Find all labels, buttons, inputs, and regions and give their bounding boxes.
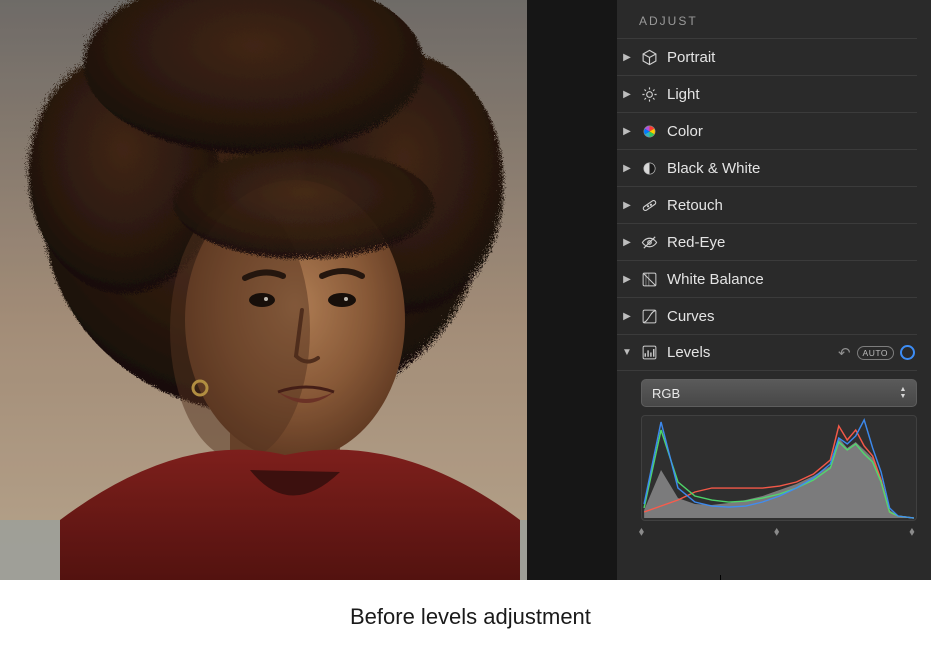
eye-slash-icon — [639, 232, 659, 252]
caption-area: Before levels adjustment — [0, 580, 931, 652]
chevron-right-icon: ▶ — [621, 163, 633, 174]
row-black-white[interactable]: ▶ Black & White — [617, 149, 917, 186]
chevron-right-icon: ▶ — [621, 52, 633, 63]
auto-button[interactable]: AUTO — [857, 346, 894, 360]
enable-ring-icon[interactable] — [900, 345, 915, 360]
cube-icon — [639, 47, 659, 67]
row-label: Retouch — [667, 197, 723, 214]
row-color[interactable]: ▶ Color — [617, 112, 917, 149]
chevron-right-icon: ▶ — [621, 89, 633, 100]
panel-title: ADJUST — [617, 12, 917, 38]
curves-icon — [639, 306, 659, 326]
levels-histogram[interactable] — [641, 415, 917, 521]
select-arrows-icon: ▲▼ — [896, 383, 910, 403]
row-levels[interactable]: ▼ Levels ↶ AUTO — [617, 334, 917, 371]
row-label: Portrait — [667, 49, 715, 66]
channel-select[interactable]: RGB ▲▼ — [641, 379, 917, 407]
black-point-handle[interactable]: ⬧ — [639, 524, 649, 536]
reset-icon[interactable]: ↶ — [838, 344, 851, 362]
color-wheel-icon — [639, 121, 659, 141]
white-point-handle[interactable]: ⬧ — [909, 524, 919, 536]
image-preview — [0, 0, 527, 580]
row-white-balance[interactable]: ▶ White Balance — [617, 260, 917, 297]
row-label: Levels — [667, 344, 710, 361]
white-balance-icon — [639, 269, 659, 289]
chevron-right-icon: ▶ — [621, 237, 633, 248]
adjust-panel: ADJUST ▶ Portrait ▶ Light ▶ — [617, 0, 931, 580]
row-label: Black & White — [667, 160, 760, 177]
row-light[interactable]: ▶ Light — [617, 75, 917, 112]
caption-text: Before levels adjustment — [350, 604, 591, 630]
bandage-icon — [639, 195, 659, 215]
chevron-right-icon: ▶ — [621, 200, 633, 211]
half-circle-icon — [639, 158, 659, 178]
chevron-right-icon: ▶ — [621, 126, 633, 137]
app-frame: ADJUST ▶ Portrait ▶ Light ▶ — [0, 0, 931, 580]
chevron-down-icon: ▼ — [621, 347, 633, 358]
row-label: Curves — [667, 308, 715, 325]
row-retouch[interactable]: ▶ Retouch — [617, 186, 917, 223]
levels-icon — [639, 343, 659, 363]
chevron-right-icon: ▶ — [621, 274, 633, 285]
row-portrait[interactable]: ▶ Portrait — [617, 38, 917, 75]
panel-gap — [527, 0, 617, 580]
row-curves[interactable]: ▶ Curves — [617, 297, 917, 334]
chevron-right-icon: ▶ — [621, 311, 633, 322]
row-label: White Balance — [667, 271, 764, 288]
row-label: Red-Eye — [667, 234, 725, 251]
row-label: Color — [667, 123, 703, 140]
sun-icon — [639, 84, 659, 104]
levels-handles-track[interactable]: ⬧ ⬧ ⬧ — [641, 524, 917, 540]
channel-select-value: RGB — [652, 386, 680, 401]
midtone-handle[interactable]: ⬧ — [774, 524, 784, 536]
row-label: Light — [667, 86, 700, 103]
row-red-eye[interactable]: ▶ Red-Eye — [617, 223, 917, 260]
